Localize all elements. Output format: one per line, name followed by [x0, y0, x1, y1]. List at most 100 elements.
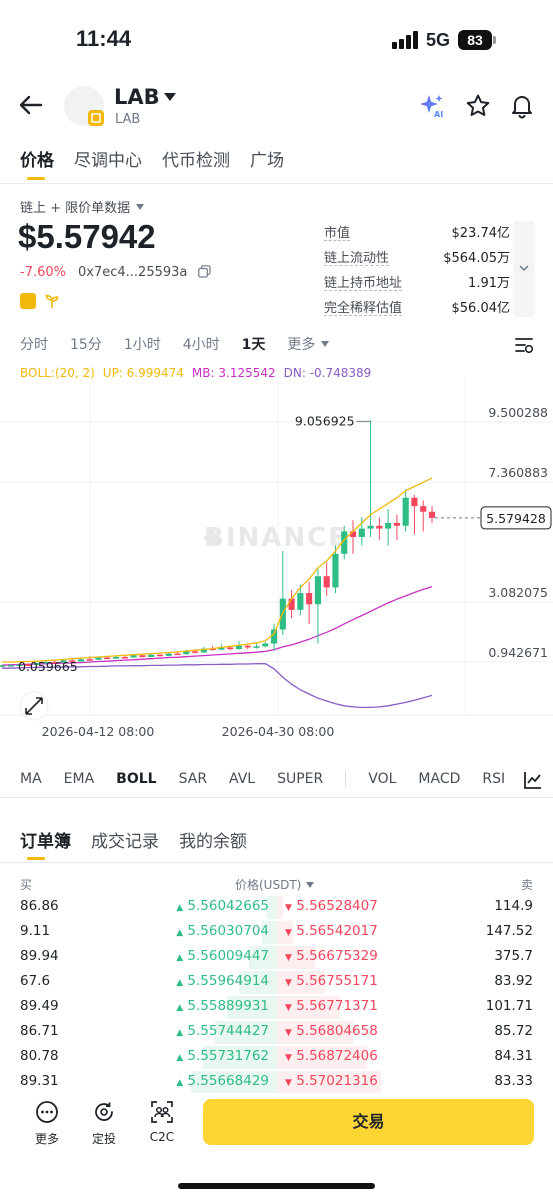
chevron-down-icon: [136, 203, 145, 210]
x-tick-label: 2026-04-30 08:00: [222, 724, 335, 739]
price-change: -7.60%: [20, 265, 66, 280]
stat-fdv: 完全稀释估值 $56.04亿: [324, 297, 510, 322]
tab-trade-history[interactable]: 成交记录: [91, 827, 159, 852]
token-name[interactable]: LAB: [114, 85, 160, 109]
bid-price: ▲ 5.55889931: [176, 998, 269, 1014]
bid-price: ▲ 5.56030704: [176, 923, 269, 939]
ask-price: ▼ 5.56675329: [285, 948, 378, 964]
candle-body: [191, 651, 199, 653]
token-subtitle: LAB: [115, 112, 141, 127]
orderbook-row[interactable]: 86.86 ▲ 5.56042665 ▼ 5.56528407 114.9: [0, 895, 553, 920]
candle-body: [121, 656, 128, 659]
interval-1h[interactable]: 1小时: [124, 334, 161, 354]
candlestick-chart[interactable]: 9.500288 7.360883 3.082075 0.942671 BINANCE 9…: [0, 376, 553, 760]
y-tick-label: 7.360883: [488, 465, 548, 480]
candle-body: [86, 659, 93, 661]
candle-body: [77, 659, 85, 662]
candle-body: [385, 522, 392, 529]
indicator-macd[interactable]: MACD: [418, 771, 460, 787]
indicator-sar[interactable]: SAR: [179, 771, 207, 787]
tab-price[interactable]: 价格: [20, 146, 54, 171]
current-price-label: 5.579428: [486, 511, 546, 526]
ask-price: ▼ 5.56771371: [285, 998, 378, 1014]
candle-body: [411, 497, 418, 507]
indicator-boll[interactable]: BOLL: [116, 771, 156, 787]
orderbook-row[interactable]: 9.11 ▲ 5.56030704 ▼ 5.56542017 147.52: [0, 920, 553, 945]
more-button[interactable]: 更多: [22, 1100, 72, 1147]
candle-body: [358, 528, 365, 537]
bid-quantity: 89.31: [20, 1073, 59, 1089]
back-arrow-icon[interactable]: [18, 92, 44, 118]
interval-4h[interactable]: 4小时: [183, 334, 220, 354]
tab-due-diligence[interactable]: 尽调中心: [74, 146, 142, 171]
indicator-tabs: MA EMA BOLL SAR AVL SUPER VOL MACD RSI: [20, 771, 505, 787]
stats-expand-button[interactable]: [513, 221, 535, 317]
y-tick-label: 3.082075: [488, 585, 548, 600]
indicator-super[interactable]: SUPER: [277, 771, 323, 787]
status-time: 11:44: [76, 26, 132, 51]
orderbook-row[interactable]: 67.6 ▲ 5.55964914 ▼ 5.56755171 83.92: [0, 970, 553, 995]
tab-my-balance[interactable]: 我的余额: [179, 827, 247, 852]
tab-square[interactable]: 广场: [250, 146, 284, 171]
token-badges: [20, 293, 60, 309]
battery-level: 83: [458, 30, 493, 50]
c2c-users-icon: [151, 1101, 173, 1123]
bid-quantity: 86.86: [20, 898, 59, 914]
orderbook-row[interactable]: 89.49 ▲ 5.55889931 ▼ 5.56771371 101.71: [0, 995, 553, 1020]
ask-price: ▼ 5.56542017: [285, 923, 378, 939]
indicator-chart-icon[interactable]: [522, 769, 544, 791]
tab-token-check[interactable]: 代币检测: [162, 146, 230, 171]
ask-price: ▼ 5.56755171: [285, 973, 378, 989]
chart-settings-icon[interactable]: [513, 334, 535, 356]
chevron-down-icon: [519, 265, 529, 272]
candle-body: [420, 506, 427, 512]
indicator-avl[interactable]: AVL: [229, 771, 255, 787]
interval-more[interactable]: 更多: [287, 334, 315, 354]
candle-body: [0, 665, 6, 667]
c2c-button[interactable]: C2C: [137, 1100, 187, 1144]
interval-line[interactable]: 分时: [20, 334, 48, 354]
interval-1d[interactable]: 1天: [242, 334, 266, 354]
current-price: $5.57942: [18, 218, 156, 255]
candle-body: [262, 643, 269, 647]
token-dropdown-icon[interactable]: [164, 93, 176, 101]
indicator-ema[interactable]: EMA: [64, 771, 95, 787]
bid-quantity: 9.11: [20, 923, 51, 939]
bid-quantity: 89.49: [20, 998, 59, 1014]
star-favorite-icon[interactable]: [465, 93, 491, 119]
home-indicator: [178, 1183, 375, 1189]
stat-holders: 链上持币地址 1.91万: [324, 272, 510, 297]
copy-icon[interactable]: [198, 265, 211, 278]
token-stats: 市值 $23.74亿 链上流动性 $564.05万 链上持币地址 1.91万 完…: [324, 222, 510, 322]
ask-price: ▼ 5.56528407: [285, 898, 378, 914]
indicator-ma[interactable]: MA: [20, 771, 42, 787]
indicator-rsi[interactable]: RSI: [482, 771, 505, 787]
candle-body: [376, 525, 383, 529]
trade-button[interactable]: 交易: [203, 1099, 534, 1145]
candle-body: [148, 654, 155, 657]
candle-body: [402, 497, 409, 526]
orderbook-row[interactable]: 89.31 ▲ 5.55668429 ▼ 5.57021316 83.33: [0, 1070, 553, 1095]
candle-body: [227, 647, 234, 650]
bid-price: ▲ 5.55964914: [176, 973, 269, 989]
y-tick-label: 0.942671: [488, 645, 548, 660]
cellular-signal-icon: [392, 31, 418, 49]
ai-sparkle-icon[interactable]: AI: [419, 93, 445, 119]
c2c-label: C2C: [149, 1130, 175, 1144]
bell-notification-icon[interactable]: [509, 93, 535, 119]
indicator-vol[interactable]: VOL: [368, 771, 396, 787]
orderbook-row[interactable]: 89.94 ▲ 5.56009447 ▼ 5.56675329 375.7: [0, 945, 553, 970]
recurring-invest-button[interactable]: 定投: [79, 1100, 129, 1147]
orderbook-row[interactable]: 80.78 ▲ 5.55731762 ▼ 5.56872406 84.31: [0, 1045, 553, 1070]
tab-orderbook[interactable]: 订单簿: [20, 827, 71, 852]
data-source-selector[interactable]: 链上 + 限价单数据: [20, 197, 145, 216]
candle-body: [156, 654, 164, 657]
candle-body: [270, 629, 278, 644]
orderbook-row[interactable]: 86.71 ▲ 5.55744427 ▼ 5.56804658 85.72: [0, 1020, 553, 1045]
candle-body: [314, 576, 321, 605]
contract-address: 0x7ec4...25593a: [78, 265, 188, 280]
orderbook-head-buy: 买: [20, 878, 33, 892]
orderbook-price-unit[interactable]: 价格(USDT): [235, 876, 315, 893]
interval-15m[interactable]: 15分: [70, 334, 102, 354]
candle-body: [104, 657, 111, 660]
